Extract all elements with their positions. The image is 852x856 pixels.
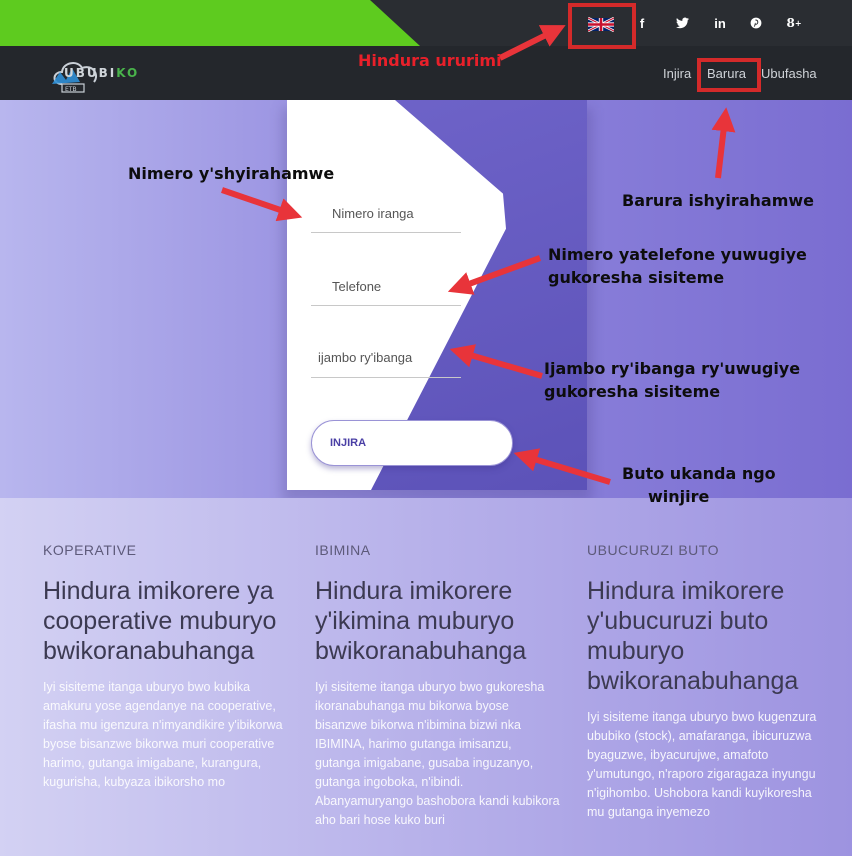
- twitter-icon[interactable]: [670, 0, 694, 46]
- feature-category: IBIMINA: [315, 542, 371, 558]
- login-button[interactable]: INJIRA: [311, 420, 513, 466]
- feature-description: Iyi sisiteme itanga uburyo bwo gukoresha…: [315, 680, 560, 827]
- password-underline: [311, 377, 461, 378]
- nav-link-help[interactable]: Ubufasha: [761, 66, 817, 81]
- annotation-phone: Nimero yatelefone yuwugiye gukoresha sisi…: [548, 245, 807, 287]
- feature-category: KOPERATIVE: [43, 542, 137, 558]
- top-bar: f in 8 +: [0, 0, 852, 46]
- google-plus-icon[interactable]: 8 +: [782, 0, 806, 46]
- phone-field[interactable]: Telefone: [332, 279, 381, 294]
- feature-title: Hindura imikorere ya cooperative muburyo…: [43, 577, 277, 665]
- nav-link-login[interactable]: Injira: [663, 66, 691, 81]
- barura-highlight-box: [697, 58, 761, 92]
- feature-title: Hindura imikorere y'ubucuruzi buto mubur…: [587, 577, 799, 695]
- annotation-email: Barura ishyirahamwe: [622, 191, 815, 210]
- annotation-button: Buto ukanda ngo winjire: [622, 464, 776, 506]
- annotation-language: Hindura ururimi: [358, 51, 502, 70]
- svg-text:ETB: ETB: [65, 86, 77, 93]
- feature-cooperative: KOPERATIVE Hindura imikorere ya cooperat…: [43, 542, 288, 792]
- pinterest-icon[interactable]: [744, 0, 768, 46]
- feature-category: UBUCURUZI BUTO: [587, 542, 719, 558]
- linkedin-icon[interactable]: in: [708, 0, 732, 46]
- annotation-password: Ijambo ry'ibanga ry'uwugiye gukoresha sis…: [544, 359, 801, 401]
- id-number-underline: [311, 232, 461, 233]
- logo-text: UBUBIKO: [64, 66, 140, 80]
- password-field[interactable]: ijambo ry'ibanga: [318, 350, 412, 365]
- phone-underline: [311, 305, 461, 306]
- feature-small-business: UBUCURUZI BUTO Hindura imikorere y'ubucu…: [587, 542, 832, 822]
- feature-title: Hindura imikorere y'ikimina muburyo bwik…: [315, 577, 527, 665]
- feature-description: Iyi sisiteme itanga uburyo bwo kubika am…: [43, 680, 283, 789]
- feature-ibimina: IBIMINA Hindura imikorere y'ikimina mubu…: [315, 542, 560, 830]
- id-number-field[interactable]: Nimero iranga: [332, 206, 414, 221]
- annotation-id-number: Nimero y'shyirahamwe: [128, 164, 335, 183]
- feature-description: Iyi sisiteme itanga uburyo bwo kugenzura…: [587, 710, 817, 819]
- brand-stripe: [0, 0, 420, 46]
- flag-highlight-box: [568, 3, 636, 49]
- features-section: KOPERATIVE Hindura imikorere ya cooperat…: [0, 498, 852, 856]
